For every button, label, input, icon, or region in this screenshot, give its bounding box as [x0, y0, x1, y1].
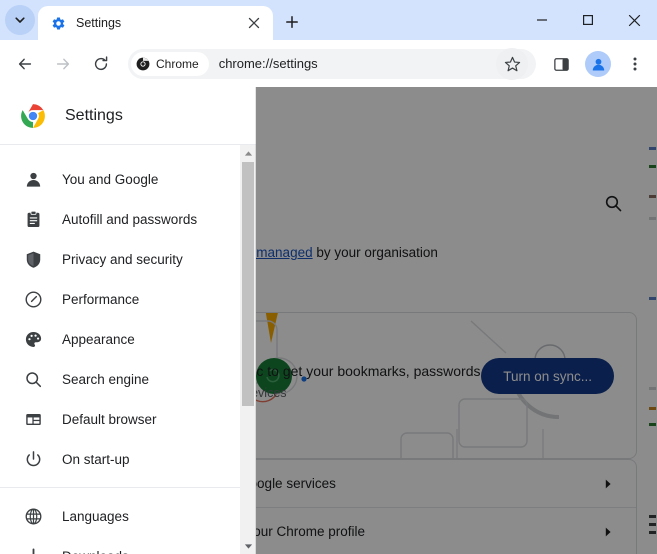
sidebar-scrollbar[interactable] — [240, 145, 256, 554]
window-controls — [519, 0, 657, 40]
sidebar-item-default-browser[interactable]: Default browser — [0, 399, 256, 439]
arrow-right-icon — [56, 58, 70, 69]
sidebar-item-label: Languages — [62, 508, 129, 524]
minimize-button[interactable] — [519, 0, 565, 40]
palette-icon — [22, 328, 44, 350]
scroll-down-arrow-icon[interactable] — [240, 538, 256, 554]
tab-search-button[interactable] — [5, 5, 35, 35]
side-panel-icon — [553, 57, 569, 71]
forward-button[interactable] — [48, 49, 78, 79]
omnibox-chip-label: Chrome — [156, 56, 199, 71]
tab-title: Settings — [76, 16, 122, 30]
settings-gear-icon — [50, 15, 66, 31]
chevron-down-icon — [13, 13, 27, 27]
back-button[interactable] — [10, 49, 40, 79]
scrollbar-thumb[interactable] — [242, 162, 254, 406]
sidebar-item-label: Default browser — [62, 411, 157, 427]
three-dot-menu-icon — [633, 57, 637, 71]
chrome-logo-icon — [20, 103, 46, 129]
background-page-peek — [648, 87, 657, 554]
settings-search-button[interactable] — [600, 190, 626, 216]
maximize-icon — [583, 15, 594, 26]
close-icon — [628, 14, 640, 26]
chrome-menu-button[interactable] — [619, 48, 651, 80]
maximize-button[interactable] — [565, 0, 611, 40]
settings-sidebar: Settings You and Google Autofill and pas… — [0, 87, 256, 554]
browser-window: Settings Chrome chrome://settings manage… — [0, 0, 657, 554]
tab-settings[interactable]: Settings — [38, 6, 273, 40]
sidebar-divider — [0, 487, 256, 488]
clipboard-icon — [22, 208, 44, 230]
minimize-icon — [537, 19, 547, 21]
sidebar-item-autofill-and-passwords[interactable]: Autofill and passwords — [0, 199, 256, 239]
sidebar-item-downloads[interactable]: Downloads — [0, 536, 256, 554]
sidebar-item-label: Appearance — [62, 331, 135, 347]
sidebar-menu-list: You and Google Autofill and passwords Pr… — [0, 145, 256, 554]
sidebar-item-appearance[interactable]: Appearance — [0, 319, 256, 359]
sidebar-item-label: On start-up — [62, 451, 130, 467]
close-button[interactable] — [611, 0, 657, 40]
chevron-right-icon — [598, 522, 618, 542]
magnifier-icon — [22, 368, 44, 390]
sidebar-item-label: Performance — [62, 291, 140, 307]
sidebar-item-search-engine[interactable]: Search engine — [0, 359, 256, 399]
bookmark-button[interactable] — [496, 48, 528, 80]
tab-close-button[interactable] — [243, 12, 265, 34]
omnibox-url-text[interactable]: chrome://settings — [219, 56, 536, 71]
arrow-left-icon — [18, 58, 32, 69]
tab-strip: Settings — [0, 0, 657, 40]
address-bar[interactable]: Chrome chrome://settings — [128, 48, 536, 79]
side-panel-button[interactable] — [545, 48, 577, 80]
chevron-right-icon — [598, 474, 618, 494]
sidebar-item-privacy-and-security[interactable]: Privacy and security — [0, 239, 256, 279]
turn-on-sync-button[interactable]: Turn on sync... — [481, 358, 614, 394]
globe-icon — [22, 505, 44, 527]
profile-button[interactable] — [582, 48, 614, 80]
sidebar-item-label: Privacy and security — [62, 251, 183, 267]
omnibox-chrome-chip: Chrome — [131, 51, 209, 76]
managed-banner-text: by your organisation — [312, 245, 438, 260]
scroll-up-arrow-icon[interactable] — [240, 145, 256, 161]
sidebar-item-label: You and Google — [62, 171, 159, 187]
sidebar-header: Settings — [0, 87, 256, 145]
shield-icon — [22, 248, 44, 270]
browser-window-icon — [22, 408, 44, 430]
new-tab-button[interactable] — [278, 8, 306, 36]
sidebar-edge-shadow — [255, 87, 256, 554]
reload-button[interactable] — [86, 49, 116, 79]
sidebar-item-performance[interactable]: Performance — [0, 279, 256, 319]
sidebar-item-languages[interactable]: Languages — [0, 496, 256, 536]
download-arrow-icon — [22, 545, 44, 554]
sidebar-item-label: Search engine — [62, 371, 150, 387]
power-icon — [22, 448, 44, 470]
sidebar-item-on-start-up[interactable]: On start-up — [0, 439, 256, 479]
reload-icon — [94, 55, 108, 70]
speedometer-icon — [22, 288, 44, 310]
star-icon — [504, 56, 520, 71]
chrome-logo-icon — [135, 56, 151, 72]
sidebar-top-spacer — [0, 145, 256, 159]
profile-avatar-icon — [585, 51, 611, 77]
sidebar-item-label: Downloads — [62, 549, 129, 554]
sidebar-title: Settings — [65, 106, 123, 124]
search-icon — [605, 195, 621, 211]
sidebar-item-label: Autofill and passwords — [62, 211, 198, 227]
plus-icon — [286, 16, 298, 28]
sidebar-item-you-and-google[interactable]: You and Google — [0, 159, 256, 199]
person-icon — [22, 168, 44, 190]
